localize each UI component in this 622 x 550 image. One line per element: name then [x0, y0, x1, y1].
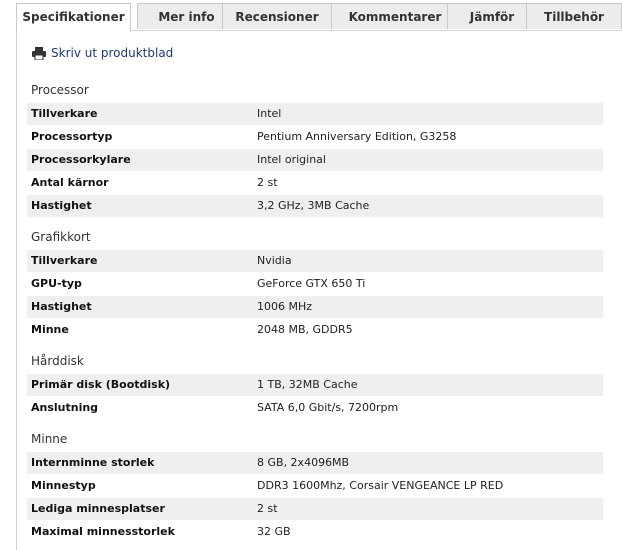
spec-label: Hastighet: [31, 199, 92, 212]
spec-row: Primär disk (Bootdisk) 1 TB, 32MB Cache: [27, 374, 603, 396]
section-title: Processor: [31, 83, 89, 97]
spec-value: Pentium Anniversary Edition, G3258: [257, 130, 457, 143]
tab-tillbehor[interactable]: Tillbehör: [526, 3, 622, 29]
spec-value: 3,2 GHz, 3MB Cache: [257, 199, 370, 212]
spec-value: 8 GB, 2x4096MB: [257, 456, 350, 469]
spec-value: Nvidia: [257, 254, 292, 267]
spec-row: Hastighet 3,2 GHz, 3MB Cache: [27, 195, 603, 217]
spec-row: Tillverkare Nvidia: [27, 250, 603, 272]
section-title: Grafikkort: [31, 230, 91, 244]
tab-recensioner[interactable]: Recensioner: [222, 3, 332, 29]
spec-value: 2048 MB, GDDR5: [257, 323, 353, 336]
spec-label: Processorkylare: [31, 153, 131, 166]
spec-label: Tillverkare: [31, 107, 98, 120]
spec-label: Tillverkare: [31, 254, 98, 267]
spec-row: Minnestyp DDR3 1600Mhz, Corsair VENGEANCE…: [27, 475, 603, 497]
spec-label: Maximal minnesstorlek: [31, 525, 175, 538]
spec-row: Maximal minnesstorlek 32 GB: [27, 521, 603, 543]
spec-row: Tillverkare Intel: [27, 103, 603, 125]
spec-row: Lediga minnesplatser 2 st: [27, 498, 603, 520]
spec-value: Intel original: [257, 153, 326, 166]
spec-value: GeForce GTX 650 Ti: [257, 277, 366, 290]
spec-row: GPU-typ GeForce GTX 650 Ti: [27, 273, 603, 295]
spec-label: Antal kärnor: [31, 176, 109, 189]
spec-value: SATA 6,0 Gbit/s, 7200rpm: [257, 401, 399, 414]
tab-jamfor[interactable]: Jämför: [447, 3, 537, 29]
spec-value: Intel: [257, 107, 282, 120]
spec-label: GPU-typ: [31, 277, 82, 290]
spec-value: DDR3 1600Mhz, Corsair VENGEANCE LP RED: [257, 479, 504, 492]
spec-row: Antal kärnor 2 st: [27, 172, 603, 194]
spec-row: Processorkylare Intel original: [27, 149, 603, 171]
print-link-label: Skriv ut produktblad: [51, 46, 174, 60]
print-product-sheet-link[interactable]: Skriv ut produktblad: [32, 45, 173, 61]
spec-value: 2 st: [257, 176, 278, 189]
spec-value: 2 st: [257, 502, 278, 515]
spec-label: Hastighet: [31, 300, 92, 313]
tab-kommentarer[interactable]: Kommentarer: [331, 3, 459, 29]
spec-row: Anslutning SATA 6,0 Gbit/s, 7200rpm: [27, 397, 603, 419]
spec-label: Lediga minnesplatser: [31, 502, 165, 515]
spec-row: Internminne storlek 8 GB, 2x4096MB: [27, 452, 603, 474]
spec-label: Processortyp: [31, 130, 113, 143]
spec-value: 1 TB, 32MB Cache: [257, 378, 358, 391]
spec-label: Minnestyp: [31, 479, 96, 492]
spec-row: Minne 2048 MB, GDDR5: [27, 319, 603, 341]
tab-specifikationer[interactable]: Specifikationer: [16, 3, 131, 32]
section-title: Hårddisk: [31, 354, 84, 368]
spec-label: Anslutning: [31, 401, 99, 414]
spec-value: 1006 MHz: [257, 300, 313, 313]
spec-row: Processortyp Pentium Anniversary Edition,…: [27, 126, 603, 148]
spec-label: Primär disk (Bootdisk): [31, 378, 171, 391]
section-title: Minne: [31, 432, 68, 446]
spec-label: Internminne storlek: [31, 456, 155, 469]
tab-bar: Specifikationer Mer info Recensioner Kom…: [16, 3, 622, 32]
spec-label: Minne: [31, 323, 69, 336]
spec-row: Hastighet 1006 MHz: [27, 296, 603, 318]
printer-icon: [32, 46, 46, 60]
spec-value: 32 GB: [257, 525, 291, 538]
